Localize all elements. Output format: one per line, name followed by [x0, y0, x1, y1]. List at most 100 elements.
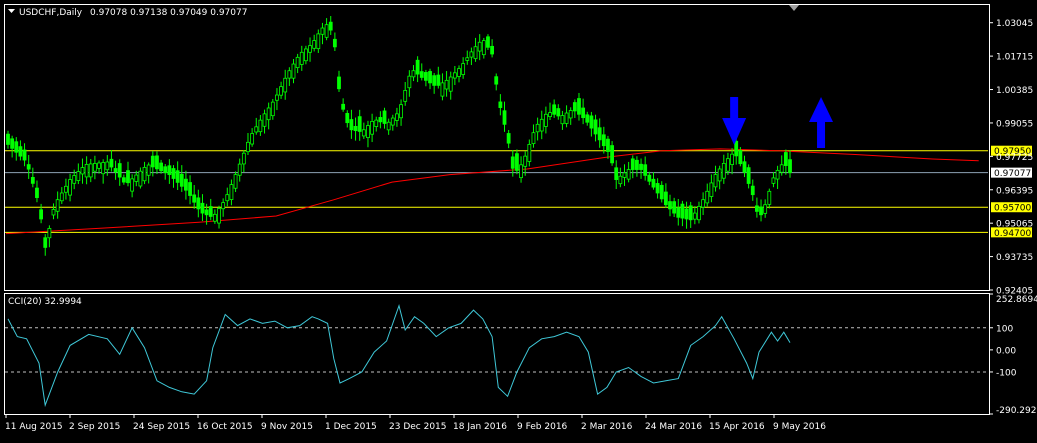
candle-body-151 — [630, 158, 635, 170]
candle-body-138 — [577, 98, 581, 115]
candle-body-89 — [374, 119, 379, 127]
candle-body-59 — [250, 133, 255, 145]
candle-body-61 — [258, 119, 263, 133]
candle-body-161 — [672, 201, 677, 214]
candle-body-108 — [452, 72, 457, 79]
candle-body-165 — [688, 205, 693, 221]
candle-body-131 — [548, 112, 552, 118]
candle-body-83 — [349, 119, 354, 131]
cci-label: CCI(20) 32.9994 — [8, 297, 82, 307]
candle-body-5 — [26, 164, 31, 170]
cci-ytick-4: -290.2928 — [996, 406, 1037, 416]
candle-body-134 — [560, 115, 565, 125]
candle-body-69 — [291, 63, 296, 79]
candle-body-94 — [395, 113, 399, 121]
candle-body-66 — [279, 86, 283, 96]
candle-body-1 — [10, 138, 15, 149]
candle-body-91 — [382, 110, 387, 124]
candle-body-58 — [246, 141, 250, 153]
candle-body-157 — [655, 183, 660, 194]
candle-body-80 — [337, 76, 341, 90]
candle-body-174 — [726, 158, 730, 172]
candle-body-42 — [179, 173, 184, 187]
candle-body-179 — [746, 167, 751, 184]
xtick-5: 1 Dec 2015 — [325, 422, 377, 432]
candle-body-77 — [324, 24, 329, 38]
candle-body-37 — [159, 162, 163, 172]
candle-body-9 — [43, 237, 48, 248]
axes: 0.979500.957000.947000.970771.030451.017… — [5, 19, 1037, 432]
symbol-label: USDCHF,Daily — [19, 8, 83, 18]
xtick-12: 9 May 2016 — [773, 422, 826, 432]
candle-body-78 — [328, 21, 333, 31]
candle-body-104 — [436, 74, 441, 86]
candle-body-2 — [14, 141, 19, 153]
candle-body-130 — [543, 113, 548, 127]
candle-body-158 — [659, 184, 664, 200]
xtick-9: 2 Mar 2016 — [581, 422, 633, 432]
candle-body-71 — [299, 51, 304, 65]
candle-body-75 — [316, 33, 321, 50]
candle-body-62 — [262, 113, 267, 127]
candle-body-98 — [411, 70, 416, 78]
candle-body-56 — [237, 163, 242, 176]
scroll-marker-icon[interactable] — [789, 5, 799, 11]
candle-body-86 — [361, 129, 366, 137]
candle-body-128 — [535, 123, 540, 133]
candle-body-7 — [35, 187, 39, 198]
candle-body-154 — [643, 164, 648, 176]
candle-body-126 — [527, 144, 532, 162]
candle-body-81 — [341, 103, 346, 110]
candle-body-74 — [312, 40, 317, 49]
candle-body-147 — [614, 167, 619, 180]
cci-ytick-3: -100 — [996, 368, 1017, 378]
cci-series — [5, 303, 988, 408]
candle-body-139 — [581, 107, 586, 119]
candle-body-137 — [572, 102, 577, 112]
xtick-7: 18 Jan 2016 — [453, 422, 507, 432]
annotations — [722, 97, 834, 148]
price-ytick-4: 0.97725 — [996, 153, 1033, 163]
xtick-10: 24 Mar 2016 — [645, 422, 702, 432]
price-ytick-3: 0.99055 — [996, 119, 1033, 129]
candle-body-84 — [353, 125, 358, 132]
triangle-down-icon[interactable] — [8, 9, 15, 13]
candle-body-166 — [692, 212, 697, 220]
level-tag-label-2: 0.94700 — [994, 229, 1031, 239]
candle-body-21 — [92, 163, 97, 172]
current-price-label: 0.97077 — [994, 169, 1031, 179]
candle-body-100 — [419, 71, 424, 78]
candle-body-181 — [754, 205, 759, 212]
candle-body-24 — [105, 161, 110, 171]
candle-body-70 — [295, 56, 300, 69]
candle-body-54 — [229, 184, 234, 200]
candle-body-4 — [22, 149, 27, 161]
candle-body-3 — [18, 146, 23, 157]
cci-ytick-2: 0.00 — [996, 346, 1016, 356]
candle-body-120 — [502, 110, 507, 125]
candle-body-51 — [217, 208, 221, 224]
level-tag-label-1: 0.95700 — [994, 204, 1031, 214]
main-pane-frame — [4, 4, 990, 291]
candle-body-8 — [39, 209, 44, 220]
candle-body-22 — [97, 162, 101, 169]
candle-body-63 — [266, 107, 271, 121]
candle-body-163 — [680, 203, 685, 219]
candle-body-142 — [593, 119, 598, 135]
candle-body-73 — [308, 45, 312, 53]
candle-body-105 — [440, 82, 445, 97]
candle-body-99 — [415, 59, 420, 75]
candle-body-79 — [332, 38, 337, 48]
candle-body-125 — [523, 155, 528, 167]
candle-body-124 — [519, 164, 523, 179]
candle-body-93 — [390, 117, 395, 126]
blue-up-arrow-icon — [809, 97, 834, 148]
candle-body-180 — [750, 185, 755, 196]
candle-body-55 — [233, 174, 238, 189]
candle-body-176 — [734, 140, 739, 157]
candle-body-27 — [117, 163, 122, 178]
candle-body-168 — [701, 199, 706, 208]
candle-body-159 — [663, 191, 668, 206]
candle-body-30 — [130, 178, 135, 192]
xtick-4: 9 Nov 2015 — [261, 422, 313, 432]
